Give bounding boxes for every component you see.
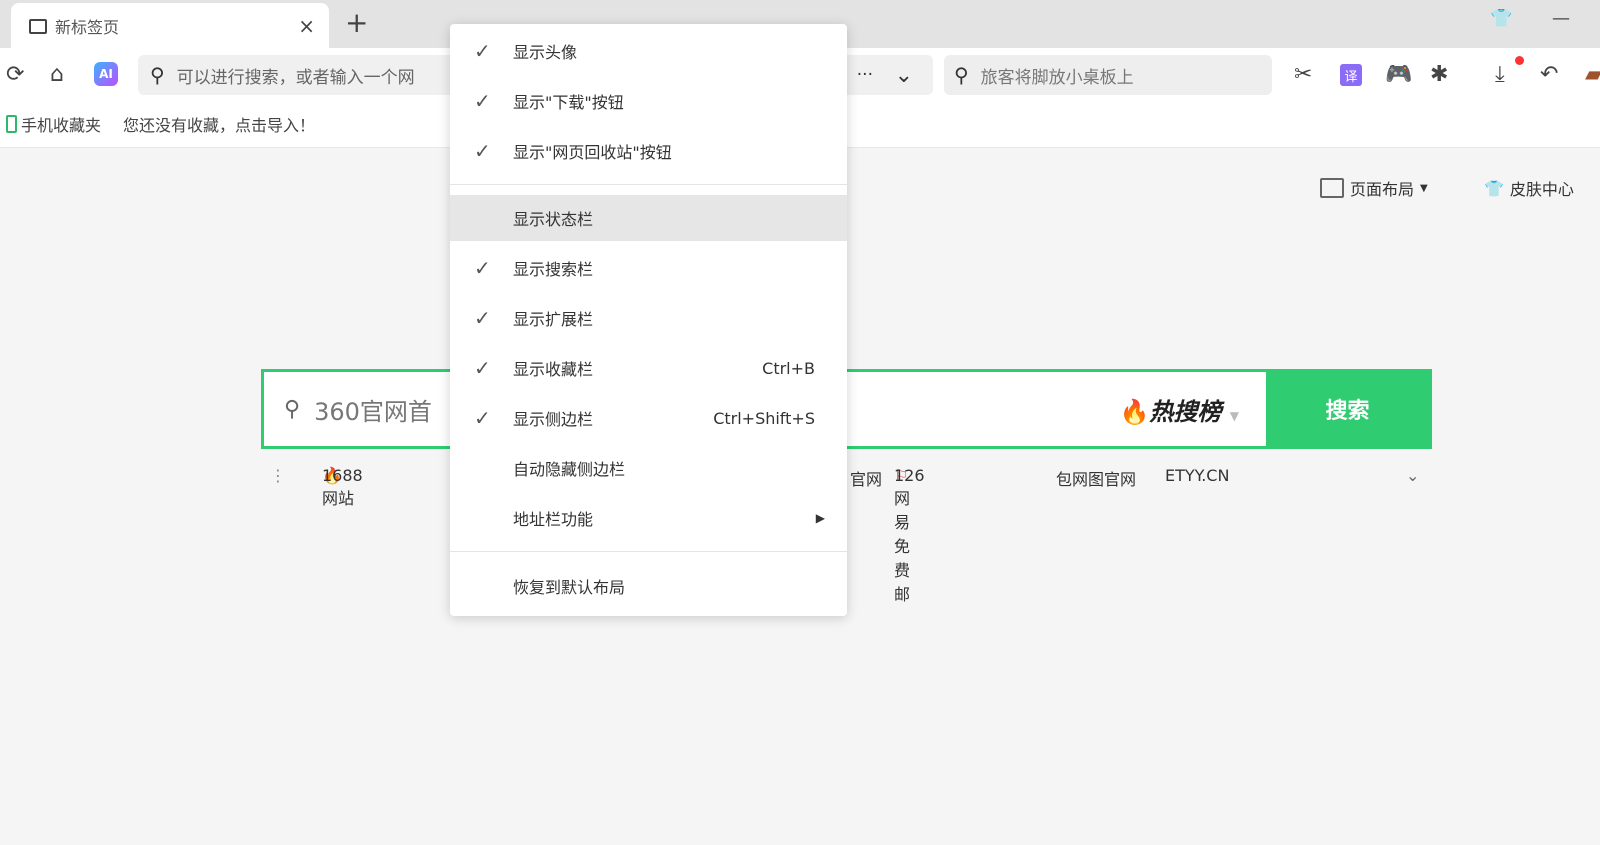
quick-link[interactable]: ETYY.CN: [1165, 466, 1229, 485]
menu-item-address-bar[interactable]: 地址栏功能 ▶: [450, 495, 847, 541]
ai-icon[interactable]: AI: [94, 62, 118, 86]
menu-item-show-sidebar[interactable]: ✓ 显示侧边栏 Ctrl+Shift+S: [450, 395, 847, 441]
search-icon: ⚲: [150, 63, 165, 87]
translate-icon[interactable]: 译: [1340, 64, 1362, 86]
minimize-button[interactable]: —: [1552, 8, 1570, 29]
quick-link[interactable]: 包网图官网: [1056, 466, 1136, 490]
menu-item-show-download[interactable]: ✓ 显示"下载"按钮: [450, 78, 847, 124]
menu-item-show-extensions[interactable]: ✓ 显示扩展栏: [450, 295, 847, 341]
skin-center-button[interactable]: 👕 皮肤中心: [1484, 176, 1574, 200]
search-button[interactable]: 搜索: [1266, 372, 1429, 446]
check-icon: ✓: [474, 139, 491, 163]
check-icon: ✓: [474, 89, 491, 113]
tab-page-icon: [29, 18, 47, 34]
check-icon: ✓: [474, 256, 491, 280]
menu-item-show-recycle[interactable]: ✓ 显示"网页回收站"按钮: [450, 128, 847, 174]
check-icon: ✓: [474, 306, 491, 330]
close-tab-icon[interactable]: ×: [298, 14, 315, 38]
home-icon[interactable]: ⌂: [50, 62, 64, 87]
check-icon: ✓: [474, 39, 491, 63]
quick-link[interactable]: 官网: [850, 466, 882, 490]
menu-item-autohide-sidebar[interactable]: 自动隐藏侧边栏: [450, 445, 847, 491]
tab-title: 新标签页: [55, 18, 120, 37]
undo-icon[interactable]: ↶: [1540, 62, 1558, 87]
menu-item-restore-default[interactable]: 恢复到默认布局: [450, 563, 847, 609]
flame-icon: 🔥: [1119, 397, 1150, 426]
shirt-icon: 👕: [1484, 178, 1504, 198]
game-icon[interactable]: 🎮: [1385, 62, 1412, 87]
tab-new-tab[interactable]: 新标签页 ×: [11, 3, 329, 49]
notification-dot: [1515, 56, 1524, 65]
menu-item-show-statusbar[interactable]: 显示状态栏: [450, 195, 847, 241]
skin-icon[interactable]: 👕: [1490, 8, 1512, 29]
menu-item-show-avatar[interactable]: ✓ 显示头像: [450, 28, 847, 74]
search-icon: ⚲: [284, 396, 301, 422]
menu-item-show-bookmarks[interactable]: ✓ 显示收藏栏 Ctrl+B: [450, 345, 847, 391]
mobile-bookmarks[interactable]: 手机收藏夹: [21, 112, 101, 136]
context-menu: ✓ 显示头像 ✓ 显示"下载"按钮 ✓ 显示"网页回收站"按钮 显示状态栏 ✓ 显示搜索…: [450, 24, 847, 616]
main-search-input[interactable]: 360官网首: [314, 392, 432, 427]
chevron-down-icon[interactable]: ⌄: [1406, 466, 1419, 485]
scissors-icon[interactable]: ✂: [1294, 62, 1312, 87]
phone-icon: [6, 114, 17, 133]
layout-icon: [1320, 178, 1344, 198]
new-tab-button[interactable]: +: [345, 6, 368, 39]
address-input[interactable]: 可以进行搜索，或者输入一个网: [177, 63, 415, 88]
menu-item-show-searchbar[interactable]: ✓ 显示搜索栏: [450, 245, 847, 291]
import-bookmarks-link[interactable]: 您还没有收藏，点击导入！: [123, 112, 315, 136]
search-icon: ⚲: [954, 63, 969, 87]
more-icon[interactable]: ···: [857, 65, 873, 85]
submenu-arrow-icon: ▶: [815, 511, 825, 525]
quick-links: ⋮ 🔥 1688网站 官网 ⚐ 126网易免费邮 包网图官网 ETYY.CN ⌄: [270, 466, 1420, 604]
check-icon: ✓: [474, 356, 491, 380]
download-icon[interactable]: ⤓: [1495, 62, 1505, 87]
refresh-icon[interactable]: ⟳: [6, 62, 24, 87]
page-layout-button[interactable]: 页面布局 ▼: [1320, 176, 1428, 200]
caret-down-icon: ▼: [1420, 182, 1428, 194]
side-search-input[interactable]: 旅客将脚放小桌板上: [981, 63, 1134, 88]
extensions-icon[interactable]: ✱: [1430, 62, 1448, 87]
menu-divider: [450, 551, 847, 552]
hot-search-dropdown[interactable]: 🔥热搜榜 ▼: [1120, 392, 1239, 427]
briefcase-icon[interactable]: ▰: [1585, 62, 1600, 87]
side-search-box[interactable]: ⚲ 旅客将脚放小桌板上: [944, 55, 1272, 95]
menu-divider: [450, 184, 847, 185]
more-vertical-icon[interactable]: ⋮: [270, 466, 286, 485]
check-icon: ✓: [474, 406, 491, 430]
chevron-down-icon[interactable]: ⌄: [895, 63, 913, 88]
